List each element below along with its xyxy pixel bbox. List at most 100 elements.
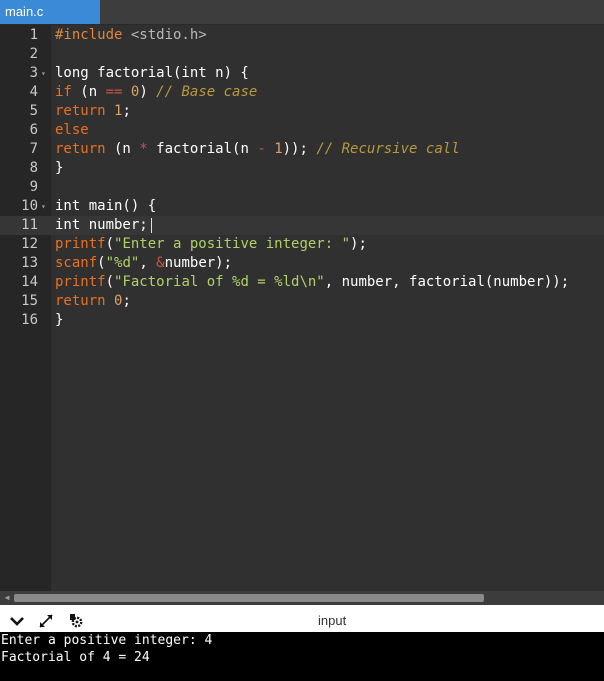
code-token: scanf	[55, 255, 98, 271]
code-line: 5 return 1;	[0, 102, 604, 121]
code-token: (	[105, 236, 115, 252]
code-line: 4 if (n == 0) // Base case	[0, 83, 604, 102]
code-token: ==	[105, 84, 123, 100]
code-text: }	[55, 311, 63, 330]
code-token: ;	[122, 103, 131, 119]
code-token: return	[55, 293, 106, 309]
tab-bar: main.c	[0, 0, 604, 25]
line-number: 6	[29, 122, 38, 138]
code-token: int number;	[55, 217, 148, 233]
code-line: 8}	[0, 159, 604, 178]
code-text: printf("Enter a positive integer: ");	[55, 235, 367, 254]
code-token: (n	[105, 141, 140, 157]
line-number: 1	[29, 27, 38, 43]
code-line: 2	[0, 45, 604, 64]
code-token: printf	[55, 236, 106, 252]
code-token: (n	[71, 84, 106, 100]
code-token: if	[55, 84, 72, 100]
code-text: }	[55, 159, 63, 178]
line-number: 10	[21, 198, 38, 214]
code-text: int number;	[55, 216, 148, 235]
code-token: else	[55, 122, 89, 138]
code-token: "Enter a positive integer: "	[114, 236, 351, 252]
settings-icon[interactable]	[67, 613, 85, 629]
code-line: 14 printf("Factorial of %d = %ld\n", numb…	[0, 273, 604, 292]
code-text: #include <stdio.h>	[55, 26, 207, 45]
code-token: #include	[55, 27, 131, 43]
line-number: 16	[21, 312, 38, 328]
line-number: 14	[21, 274, 38, 290]
code-token: ,	[139, 255, 157, 271]
console-output[interactable]: Enter a positive integer: 4 Factorial of…	[0, 632, 604, 681]
horizontal-scrollbar[interactable]: ◀	[0, 591, 604, 605]
tab-main-c[interactable]: main.c	[0, 0, 100, 24]
code-token: // Base case	[156, 84, 258, 100]
code-token: number);	[164, 255, 233, 271]
line-number: 11	[21, 217, 38, 233]
code-text: return 0;	[55, 292, 131, 311]
code-token: (	[105, 274, 115, 290]
console-line: Enter a positive integer: 4	[1, 633, 213, 648]
code-line: 16}	[0, 311, 604, 330]
code-token: }	[55, 312, 64, 328]
line-number: 15	[21, 293, 38, 309]
code-token: 1	[274, 141, 283, 157]
scroll-left-icon[interactable]: ◀	[2, 591, 12, 605]
code-line: 13 scanf("%d", &number);	[0, 254, 604, 273]
code-token: (	[97, 255, 106, 271]
code-token: // Recursive call	[316, 141, 460, 157]
code-editor[interactable]: 1 #include <stdio.h> 2 3 ▾ long factorial(int…	[0, 25, 604, 591]
code-token: printf	[55, 274, 106, 290]
scrollbar-thumb[interactable]	[14, 594, 484, 602]
code-token: ));	[282, 141, 317, 157]
expand-icon[interactable]	[37, 613, 55, 629]
code-token: return	[55, 103, 106, 119]
code-token: &	[156, 255, 165, 271]
code-token: "%d"	[105, 255, 140, 271]
code-token: factorial(n	[147, 141, 258, 157]
line-number: 12	[21, 236, 38, 252]
code-token: )	[139, 84, 157, 100]
line-number: 8	[29, 160, 38, 176]
code-token: long factorial(int n) {	[55, 65, 249, 81]
fold-arrow-icon[interactable]: ▾	[41, 64, 46, 83]
line-number: 9	[29, 179, 38, 195]
code-text: return (n * factorial(n - 1)); // Recurs…	[55, 140, 460, 159]
code-line: 12 printf("Enter a positive integer: ");	[0, 235, 604, 254]
chevron-down-icon[interactable]	[8, 613, 26, 629]
code-line: 9	[0, 178, 604, 197]
line-number: 13	[21, 255, 38, 271]
code-line: 11 int number;	[0, 216, 604, 235]
code-text: long factorial(int n) {	[55, 64, 249, 83]
code-line: 6 else	[0, 121, 604, 140]
code-line: 15 return 0;	[0, 292, 604, 311]
code-token: , number, factorial(number));	[324, 274, 570, 290]
code-line: 1 #include <stdio.h>	[0, 26, 604, 45]
code-text: else	[55, 121, 89, 140]
code-token: int main() {	[55, 198, 157, 214]
line-number: 4	[29, 84, 38, 100]
code-token: "Factorial of %d = %ld\n"	[114, 274, 325, 290]
code-text: return 1;	[55, 102, 131, 121]
line-number: 7	[29, 141, 38, 157]
code-text: int main() {	[55, 197, 156, 216]
code-token: );	[350, 236, 367, 252]
io-toolbar: input	[0, 610, 604, 633]
text-cursor	[151, 218, 152, 233]
code-line: 10 ▾ int main() {	[0, 197, 604, 216]
console-line: Factorial of 4 = 24	[1, 650, 150, 665]
line-number: 5	[29, 103, 38, 119]
code-text: scanf("%d", &number);	[55, 254, 232, 273]
code-text: if (n == 0) // Base case	[55, 83, 257, 102]
code-line: 7 return (n * factorial(n - 1)); // Recur…	[0, 140, 604, 159]
fold-arrow-icon[interactable]: ▾	[41, 197, 46, 216]
code-token: return	[55, 141, 106, 157]
code-token: -	[257, 141, 266, 157]
code-text: printf("Factorial of %d = %ld\n", number…	[55, 273, 569, 292]
code-token: ;	[122, 293, 131, 309]
code-token: }	[55, 160, 64, 176]
code-token: *	[139, 141, 148, 157]
